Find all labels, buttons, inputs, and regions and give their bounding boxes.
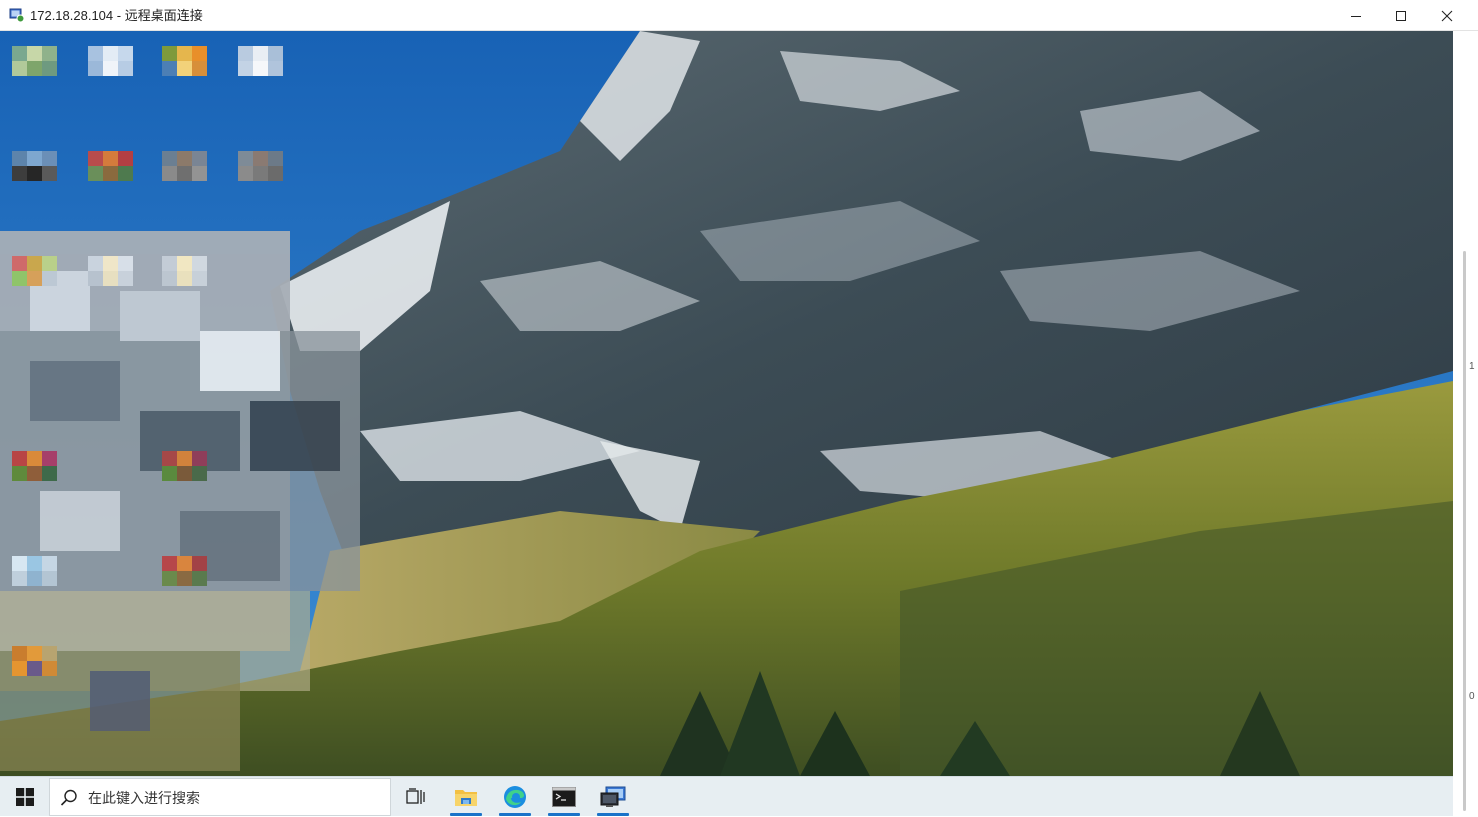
edge-glyph: 0: [1469, 691, 1475, 702]
desktop-icon[interactable]: [162, 451, 208, 497]
remote-desktop-taskbar-button[interactable]: [591, 777, 635, 817]
edge-browser-button[interactable]: [493, 777, 537, 817]
start-button[interactable]: [5, 777, 45, 817]
windows-start-icon: [16, 788, 34, 806]
desktop-icon[interactable]: [12, 151, 58, 197]
maximize-icon: [1396, 10, 1406, 21]
file-explorer-icon: [455, 790, 477, 806]
remote-desktop-app-icon: [9, 7, 25, 23]
close-icon: [1441, 10, 1453, 21]
desktop-icon[interactable]: [162, 256, 208, 302]
desktop-icon[interactable]: [162, 46, 208, 92]
minimize-button[interactable]: [1333, 0, 1379, 31]
command-prompt-button[interactable]: [542, 777, 586, 817]
window-titlebar[interactable]: 172.18.28.104 - 远程桌面连接: [0, 0, 1478, 31]
maximize-button[interactable]: [1378, 0, 1424, 31]
minimize-icon: [1351, 15, 1361, 17]
taskbar: 在此键入进行搜索: [0, 776, 1453, 816]
search-placeholder: 在此键入进行搜索: [88, 790, 200, 806]
desktop-icon[interactable]: [162, 556, 208, 602]
desktop-icon[interactable]: [88, 46, 134, 92]
file-explorer-button[interactable]: [444, 777, 488, 817]
desktop-icon[interactable]: [12, 451, 58, 497]
host-window-edge: 1 0: [1453, 31, 1478, 816]
scrollbar[interactable]: [1463, 251, 1466, 811]
edge-glyph: 1: [1469, 361, 1475, 372]
desktop-icon[interactable]: [12, 46, 58, 92]
task-view-icon: [406, 788, 425, 804]
desktop-icon[interactable]: [88, 256, 134, 302]
desktop-icon[interactable]: [12, 646, 58, 692]
remote-desktop-icon: [600, 786, 626, 807]
search-icon: [60, 789, 77, 806]
remote-desktop-view[interactable]: [0, 31, 1453, 776]
desktop-icon[interactable]: [162, 151, 208, 197]
task-view-button[interactable]: [394, 777, 438, 817]
close-button[interactable]: [1424, 0, 1470, 31]
desktop-icon[interactable]: [238, 46, 284, 92]
desktop-icon[interactable]: [88, 151, 134, 197]
desktop-icon[interactable]: [12, 256, 58, 302]
window-title: 172.18.28.104 - 远程桌面连接: [30, 8, 203, 23]
desktop-icon[interactable]: [238, 151, 284, 197]
edge-browser-icon: [504, 786, 526, 808]
taskbar-search-box[interactable]: 在此键入进行搜索: [49, 778, 391, 816]
command-prompt-icon: [552, 787, 576, 807]
desktop-icon[interactable]: [12, 556, 58, 602]
